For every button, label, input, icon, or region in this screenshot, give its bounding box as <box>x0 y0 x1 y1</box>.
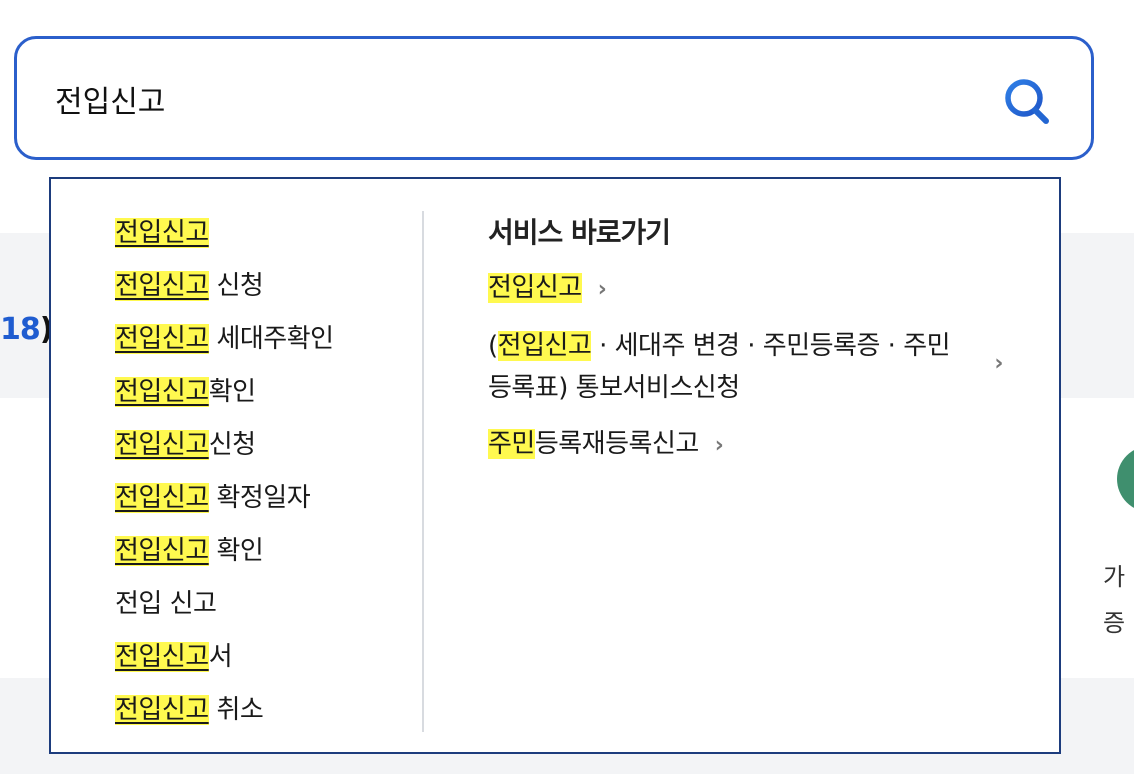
chevron-right-icon: › <box>714 433 724 458</box>
suggestion-rest: 세대주확인 <box>208 324 334 354</box>
service-link-match: 전입신고 <box>488 273 582 303</box>
suggestion-rest: 전입 신고 <box>115 589 217 619</box>
autocomplete-dropdown: 전입신고 전입신고 신청 전입신고 세대주확인 전입신고확인 전입신고신청 전입신고 확정… <box>49 177 1061 754</box>
suggestion-item[interactable]: 전입신고서 <box>115 633 334 686</box>
suggestion-match: 전입신고 <box>115 324 209 354</box>
suggestion-rest: 신청 <box>208 430 256 460</box>
suggestion-item[interactable]: 전입신고 취소 <box>115 686 334 739</box>
suggestion-item[interactable]: 전입신고 세대주확인 <box>115 315 334 368</box>
suggestion-item[interactable]: 전입신고 <box>115 209 334 262</box>
chevron-right-icon: › <box>994 351 1003 376</box>
suggestion-rest: 서 <box>208 642 233 672</box>
suggestion-rest: 확인 <box>208 536 264 566</box>
suggestion-list: 전입신고 전입신고 신청 전입신고 세대주확인 전입신고확인 전입신고신청 전입신고 확정… <box>115 209 334 739</box>
service-shortcuts-title: 서비스 바로가기 <box>488 216 671 249</box>
suggestion-item[interactable]: 전입신고 신청 <box>115 262 334 315</box>
suggestion-match: 전입신고 <box>115 430 209 460</box>
service-shortcuts: 서비스 바로가기 전입신고 › (전입신고 · 세대주 변경 · 주민등록증 · 주… <box>488 209 1008 481</box>
page: 18) 가 증 전입신고전입신고 신청전입신고 세대주확인전입신고확인전입신고신… <box>0 0 1134 774</box>
search-box <box>14 36 1094 160</box>
service-link-match: 전입신고 <box>497 331 592 361</box>
suggestion-item[interactable]: 전입 신고 <box>115 580 334 633</box>
search-input[interactable] <box>55 75 955 123</box>
suggestion-item[interactable]: 전입신고신청 <box>115 421 334 474</box>
background-service-label-line-2: 증 <box>1103 609 1126 637</box>
background-service-label-line-1: 가 <box>1103 563 1126 591</box>
suggestion-item[interactable]: 전입신고 확정일자 <box>115 474 334 527</box>
suggestion-rest: 신청 <box>208 271 264 301</box>
background-service-icon[interactable] <box>1117 446 1134 512</box>
search-icon <box>1005 79 1049 124</box>
service-link-match: 주민 <box>488 429 535 459</box>
suggestion-match: 전입신고 <box>115 695 209 725</box>
suggestion-rest: 취소 <box>208 695 264 725</box>
suggestion-match: 전입신고 <box>115 271 209 301</box>
background-count-label: 18) <box>0 306 53 354</box>
suggestion-match: 전입신고 <box>115 218 209 248</box>
service-link-text: ( <box>488 331 498 361</box>
search-button[interactable] <box>999 75 1057 129</box>
service-link-list: 전입신고 › (전입신고 · 세대주 변경 · 주민등록증 · 주민등록표) 통보서… <box>488 267 1008 467</box>
suggestion-match: 전입신고 <box>115 483 209 513</box>
suggestion-match: 전입신고 <box>115 377 209 407</box>
chevron-right-icon: › <box>597 277 607 302</box>
service-link[interactable]: 주민등록재등록신고 › <box>488 423 1008 467</box>
suggestion-item[interactable]: 전입신고확인 <box>115 368 334 421</box>
suggestion-rest: 확정일자 <box>208 483 311 513</box>
background-count-value: 18 <box>0 312 41 347</box>
suggestion-match: 전입신고 <box>115 536 209 566</box>
suggestion-item[interactable]: 전입신고 확인 <box>115 527 334 580</box>
suggestion-match: 전입신고 <box>115 642 209 672</box>
dropdown-divider <box>422 211 424 732</box>
suggestion-rest: 확인 <box>208 377 256 407</box>
service-link[interactable]: 전입신고 › <box>488 267 1008 311</box>
service-link-text: 등록재등록신고 <box>534 429 699 459</box>
service-link[interactable]: (전입신고 · 세대주 변경 · 주민등록증 · 주민등록표) 통보서비스신청 › <box>488 325 1003 409</box>
